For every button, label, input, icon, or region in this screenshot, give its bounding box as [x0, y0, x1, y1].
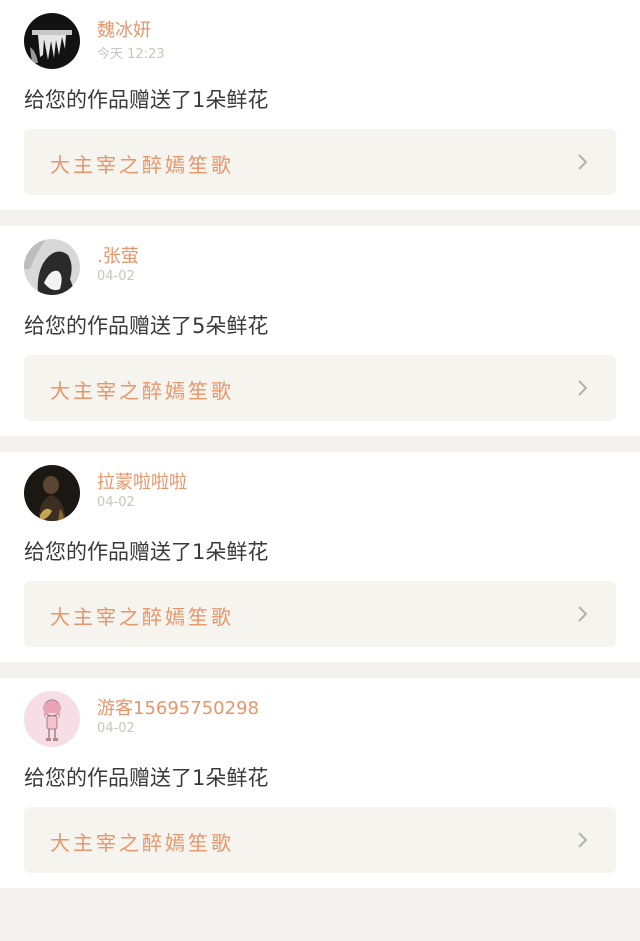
timestamp: 今天 12:23 [97, 47, 165, 62]
work-title: 大主宰之醉嫣笙歌 [50, 153, 234, 177]
timestamp: 04-02 [97, 495, 135, 510]
user-name[interactable]: .张萤 [97, 242, 139, 268]
girl-silhouette-avatar-icon[interactable] [24, 239, 80, 295]
dark-figure-avatar-icon[interactable] [24, 13, 80, 69]
gift-message: 给您的作品赠送了1朵鲜花 [24, 540, 269, 564]
user-name[interactable]: 游客15695750298 [97, 694, 259, 720]
work-link[interactable]: 大主宰之醉嫣笙歌 [24, 807, 616, 873]
notification-card: 魏冰妍 今天 12:23 给您的作品赠送了1朵鲜花 大主宰之醉嫣笙歌 [0, 0, 640, 210]
chevron-right-icon [572, 152, 592, 172]
notification-card: 拉蒙啦啦啦 04-02 给您的作品赠送了1朵鲜花 大主宰之醉嫣笙歌 [0, 452, 640, 662]
work-link[interactable]: 大主宰之醉嫣笙歌 [24, 581, 616, 647]
notification-card: .张萤 04-02 给您的作品赠送了5朵鲜花 大主宰之醉嫣笙歌 [0, 226, 640, 436]
chevron-right-icon [572, 830, 592, 850]
user-name[interactable]: 魏冰妍 [97, 16, 151, 42]
dark-portrait-avatar-icon[interactable] [24, 465, 80, 521]
gift-message: 给您的作品赠送了1朵鲜花 [24, 766, 269, 790]
gift-message: 给您的作品赠送了5朵鲜花 [24, 314, 269, 338]
gift-notification-list: 魏冰妍 今天 12:23 给您的作品赠送了1朵鲜花 大主宰之醉嫣笙歌 .张萤 0… [0, 0, 640, 888]
work-link[interactable]: 大主宰之醉嫣笙歌 [24, 129, 616, 195]
chevron-right-icon [572, 378, 592, 398]
work-title: 大主宰之醉嫣笙歌 [50, 379, 234, 403]
user-name[interactable]: 拉蒙啦啦啦 [97, 468, 187, 494]
gift-message: 给您的作品赠送了1朵鲜花 [24, 88, 269, 112]
timestamp: 04-02 [97, 269, 135, 284]
timestamp: 04-02 [97, 721, 135, 736]
work-title: 大主宰之醉嫣笙歌 [50, 831, 234, 855]
pink-girl-avatar-icon[interactable] [24, 691, 80, 747]
chevron-right-icon [572, 604, 592, 624]
work-link[interactable]: 大主宰之醉嫣笙歌 [24, 355, 616, 421]
work-title: 大主宰之醉嫣笙歌 [50, 605, 234, 629]
notification-card: 游客15695750298 04-02 给您的作品赠送了1朵鲜花 大主宰之醉嫣笙… [0, 678, 640, 888]
